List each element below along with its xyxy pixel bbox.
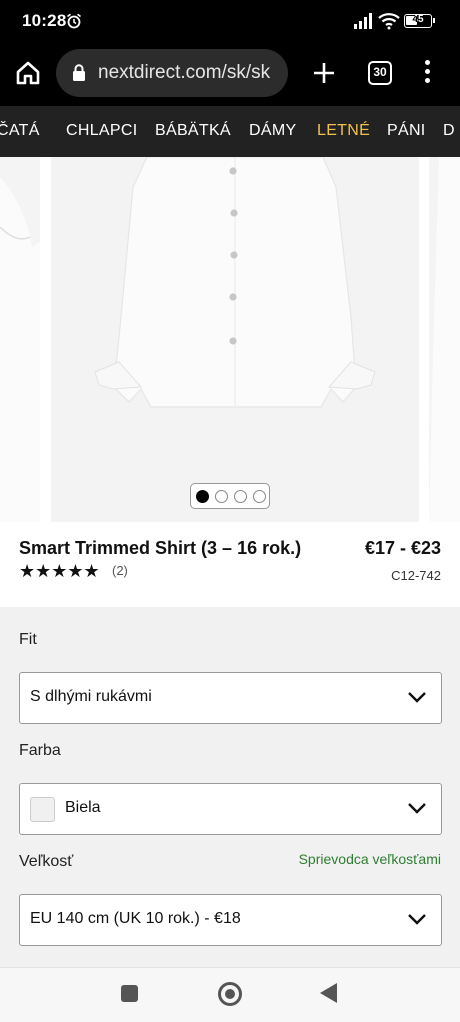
size-label: Veľkosť [19, 853, 74, 870]
fit-label: Fit [19, 631, 37, 648]
product-image[interactable] [51, 157, 419, 522]
new-tab-icon[interactable] [311, 60, 337, 86]
size-select[interactable]: EU 140 cm (UK 10 rok.) - €18 [19, 894, 442, 946]
chevron-down-icon [408, 803, 426, 814]
gallery-dot[interactable] [253, 490, 266, 503]
battery-indicator: 45 [404, 14, 435, 28]
category-item[interactable]: BÁBÄTKÁ [155, 122, 231, 140]
chevron-down-icon [408, 692, 426, 703]
home-icon[interactable] [14, 59, 42, 87]
color-value: Biela [65, 799, 101, 816]
category-item[interactable]: PÁNI [387, 122, 426, 140]
home-nav-icon[interactable] [218, 982, 242, 1006]
category-nav: ČATÁ CHLAPCI BÁBÄTKÁ DÁMY LETNÉ PÁNI D [0, 106, 460, 157]
gallery-dot-active[interactable] [196, 490, 209, 503]
status-time: 10:28 [22, 11, 67, 30]
previous-product-image[interactable] [0, 157, 40, 522]
recent-apps-icon[interactable] [121, 985, 138, 1002]
more-menu-icon[interactable] [420, 60, 434, 88]
category-item[interactable]: DÁMY [249, 122, 296, 140]
back-icon[interactable] [320, 983, 337, 1003]
rating-count[interactable]: (2) [112, 563, 128, 578]
system-nav-bar [0, 967, 460, 1022]
address-bar[interactable]: nextdirect.com/sk/sk [56, 49, 288, 97]
color-select[interactable]: Biela [19, 783, 442, 835]
status-bar: 10:28 45 [0, 0, 460, 44]
product-title: Smart Trimmed Shirt (3 – 16 rok.) [19, 538, 302, 558]
battery-level: 45 [412, 14, 424, 25]
color-label: Farba [19, 742, 61, 759]
category-item-active[interactable]: LETNÉ [317, 122, 370, 140]
size-guide-link[interactable]: Sprievodca veľkosťami [299, 851, 441, 867]
rating-stars[interactable]: ★★★★★ [19, 561, 100, 582]
browser-toolbar: nextdirect.com/sk/sk 30 [0, 44, 460, 106]
category-item[interactable]: D [443, 122, 455, 140]
category-item[interactable]: ČATÁ [0, 122, 40, 140]
chevron-down-icon [408, 914, 426, 925]
lock-icon [73, 64, 85, 81]
product-code: C12-742 [391, 568, 441, 583]
product-price: €17 - €23 [364, 538, 441, 558]
signal-icon [354, 13, 372, 29]
wifi-icon [378, 13, 400, 30]
color-swatch [30, 797, 55, 822]
product-gallery[interactable] [0, 157, 460, 525]
fit-select[interactable]: S dlhými rukávmi [19, 672, 442, 724]
next-product-image[interactable] [429, 157, 460, 522]
gallery-dot[interactable] [234, 490, 247, 503]
fit-value: S dlhými rukávmi [30, 688, 152, 705]
category-item[interactable]: CHLAPCI [66, 122, 137, 140]
alarm-icon [67, 13, 81, 29]
size-value: EU 140 cm (UK 10 rok.) - €18 [30, 910, 241, 927]
gallery-dot[interactable] [215, 490, 228, 503]
gallery-pagination[interactable] [190, 483, 270, 509]
url-text: nextdirect.com/sk/sk [98, 62, 271, 83]
product-info: Smart Trimmed Shirt (3 – 16 rok.) €17 - … [0, 525, 460, 607]
tab-switcher-button[interactable]: 30 [368, 61, 392, 85]
product-options: Fit S dlhými rukávmi Farba Biela Veľkosť… [0, 607, 460, 967]
